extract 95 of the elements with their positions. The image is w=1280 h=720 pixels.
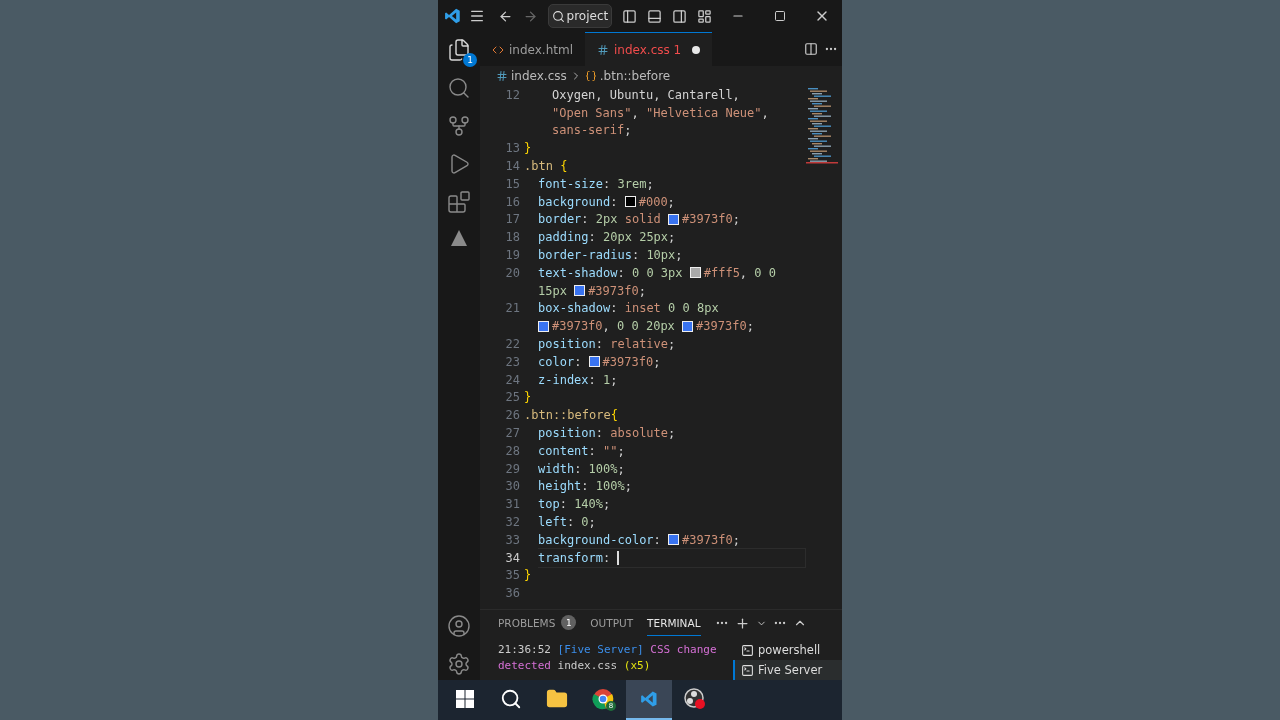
code-line: left: 0; bbox=[538, 515, 596, 529]
line-number: 29 bbox=[504, 461, 520, 476]
extensions-icon[interactable] bbox=[447, 190, 471, 214]
hash-icon bbox=[597, 43, 609, 56]
search-icon bbox=[551, 9, 565, 23]
code-line: font-size: 3rem; bbox=[538, 176, 654, 191]
windows-logo-icon bbox=[456, 690, 474, 708]
code-line: #3973f0, 0 0 20px #3973f0; bbox=[538, 319, 754, 334]
panel-tab[interactable]: OUTPUT bbox=[590, 610, 634, 636]
braces-icon bbox=[584, 70, 597, 82]
color-swatch[interactable] bbox=[538, 320, 549, 332]
terminal-list-item[interactable]: powershell bbox=[733, 640, 842, 660]
recorder-logo-icon bbox=[684, 688, 706, 710]
code-line: text-shadow: 0 0 3px #fff5, 0 0 bbox=[538, 265, 776, 280]
code-line: width: 100%; bbox=[538, 461, 625, 476]
code-line: sans-serif; bbox=[552, 123, 632, 138]
line-number: 33 bbox=[504, 532, 520, 547]
editor-logo-icon bbox=[640, 690, 658, 708]
line-number: 14 bbox=[504, 159, 520, 174]
folder-icon bbox=[546, 688, 568, 710]
terminal-output: 21:36:52 [Five Server] CSS change detected index.css (x5) bbox=[497, 642, 718, 674]
text-cursor bbox=[617, 550, 619, 565]
terminal-icon bbox=[741, 643, 754, 657]
code-line: border-radius: 10px; bbox=[538, 248, 683, 263]
line-number: 16 bbox=[504, 194, 520, 209]
browser-logo-icon bbox=[592, 688, 614, 710]
line-number: 28 bbox=[504, 443, 520, 458]
color-swatch[interactable] bbox=[668, 534, 680, 546]
code-line: .btn { bbox=[524, 159, 568, 174]
color-swatch[interactable] bbox=[574, 285, 586, 297]
line-number: 21 bbox=[504, 301, 520, 316]
color-swatch[interactable] bbox=[668, 213, 680, 225]
code-line: height: 100%; bbox=[538, 479, 632, 494]
files-icon[interactable] bbox=[447, 38, 471, 62]
triangle-icon[interactable] bbox=[449, 228, 469, 248]
code-line: top: 140%; bbox=[538, 497, 611, 512]
code-line: } bbox=[524, 390, 532, 405]
search-icon bbox=[500, 688, 522, 710]
terminal-list-item[interactable]: Five Server bbox=[733, 660, 842, 680]
line-number: 12 bbox=[504, 87, 520, 102]
color-swatch[interactable] bbox=[682, 320, 694, 332]
settings-icon[interactable] bbox=[447, 652, 471, 676]
split-editor-icon[interactable] bbox=[804, 42, 818, 56]
code-line: } bbox=[524, 141, 532, 156]
line-number: 20 bbox=[504, 265, 520, 280]
editor-logo-icon bbox=[444, 7, 462, 25]
line-number: 35 bbox=[504, 568, 520, 583]
code-line: .btn::before{ bbox=[524, 408, 618, 423]
line-number: 36 bbox=[504, 586, 520, 601]
code-line: position: relative; bbox=[538, 337, 676, 352]
line-number: 17 bbox=[504, 212, 520, 227]
color-swatch[interactable] bbox=[624, 196, 636, 208]
line-number: 34 bbox=[504, 550, 520, 565]
panel-tab[interactable]: PROBLEMS 1 bbox=[498, 610, 577, 636]
code-line: content: ""; bbox=[538, 443, 625, 458]
line-number: 15 bbox=[504, 176, 520, 191]
hash-icon bbox=[496, 70, 508, 82]
code-line: "Open Sans", "Helvetica Neue", bbox=[552, 105, 769, 120]
code-line: } bbox=[524, 568, 532, 583]
code-line: z-index: 1; bbox=[538, 372, 618, 387]
code-line: 15px #3973f0; bbox=[538, 283, 646, 298]
code-line: background-color: #3973f0; bbox=[538, 532, 740, 547]
line-number: 27 bbox=[504, 426, 520, 441]
line-number: 32 bbox=[504, 515, 520, 529]
code-line: box-shadow: inset 0 0 8px bbox=[538, 301, 719, 316]
account-icon[interactable] bbox=[447, 614, 471, 638]
code-line: padding: 20px 25px; bbox=[538, 230, 676, 245]
color-swatch[interactable] bbox=[588, 356, 600, 368]
code-line: position: absolute; bbox=[538, 426, 676, 441]
color-swatch[interactable] bbox=[689, 267, 701, 279]
line-number: 23 bbox=[504, 354, 520, 369]
line-number: 19 bbox=[504, 248, 520, 263]
code-line: border: 2px solid #3973f0; bbox=[538, 212, 740, 227]
line-number: 26 bbox=[504, 408, 520, 423]
code-line: Oxygen, Ubuntu, Cantarell, bbox=[552, 87, 740, 102]
breadcrumb-item[interactable]: .btn::before bbox=[599, 69, 671, 83]
branch-icon[interactable] bbox=[447, 114, 471, 138]
code-line: transform: bbox=[538, 550, 612, 565]
line-number: 13 bbox=[504, 141, 520, 156]
add-icon[interactable] bbox=[734, 615, 750, 631]
line-number: 30 bbox=[504, 479, 520, 494]
code-line: background: #000; bbox=[538, 194, 675, 209]
terminal-icon bbox=[741, 663, 754, 677]
code-line: color: #3973f0; bbox=[538, 354, 661, 369]
line-number: 24 bbox=[504, 372, 520, 387]
notification-badge: 1 bbox=[463, 53, 477, 67]
line-number: 25 bbox=[504, 390, 520, 405]
editor-tab[interactable]: index.css 1 bbox=[585, 32, 713, 66]
panel-tab[interactable]: TERMINAL bbox=[647, 610, 701, 636]
line-number: 31 bbox=[504, 497, 520, 512]
search-icon[interactable] bbox=[447, 76, 471, 100]
line-number: 18 bbox=[504, 230, 520, 245]
line-number: 22 bbox=[504, 337, 520, 352]
search-field[interactable]: project bbox=[547, 4, 613, 28]
breadcrumb-item[interactable]: index.css bbox=[511, 69, 567, 83]
